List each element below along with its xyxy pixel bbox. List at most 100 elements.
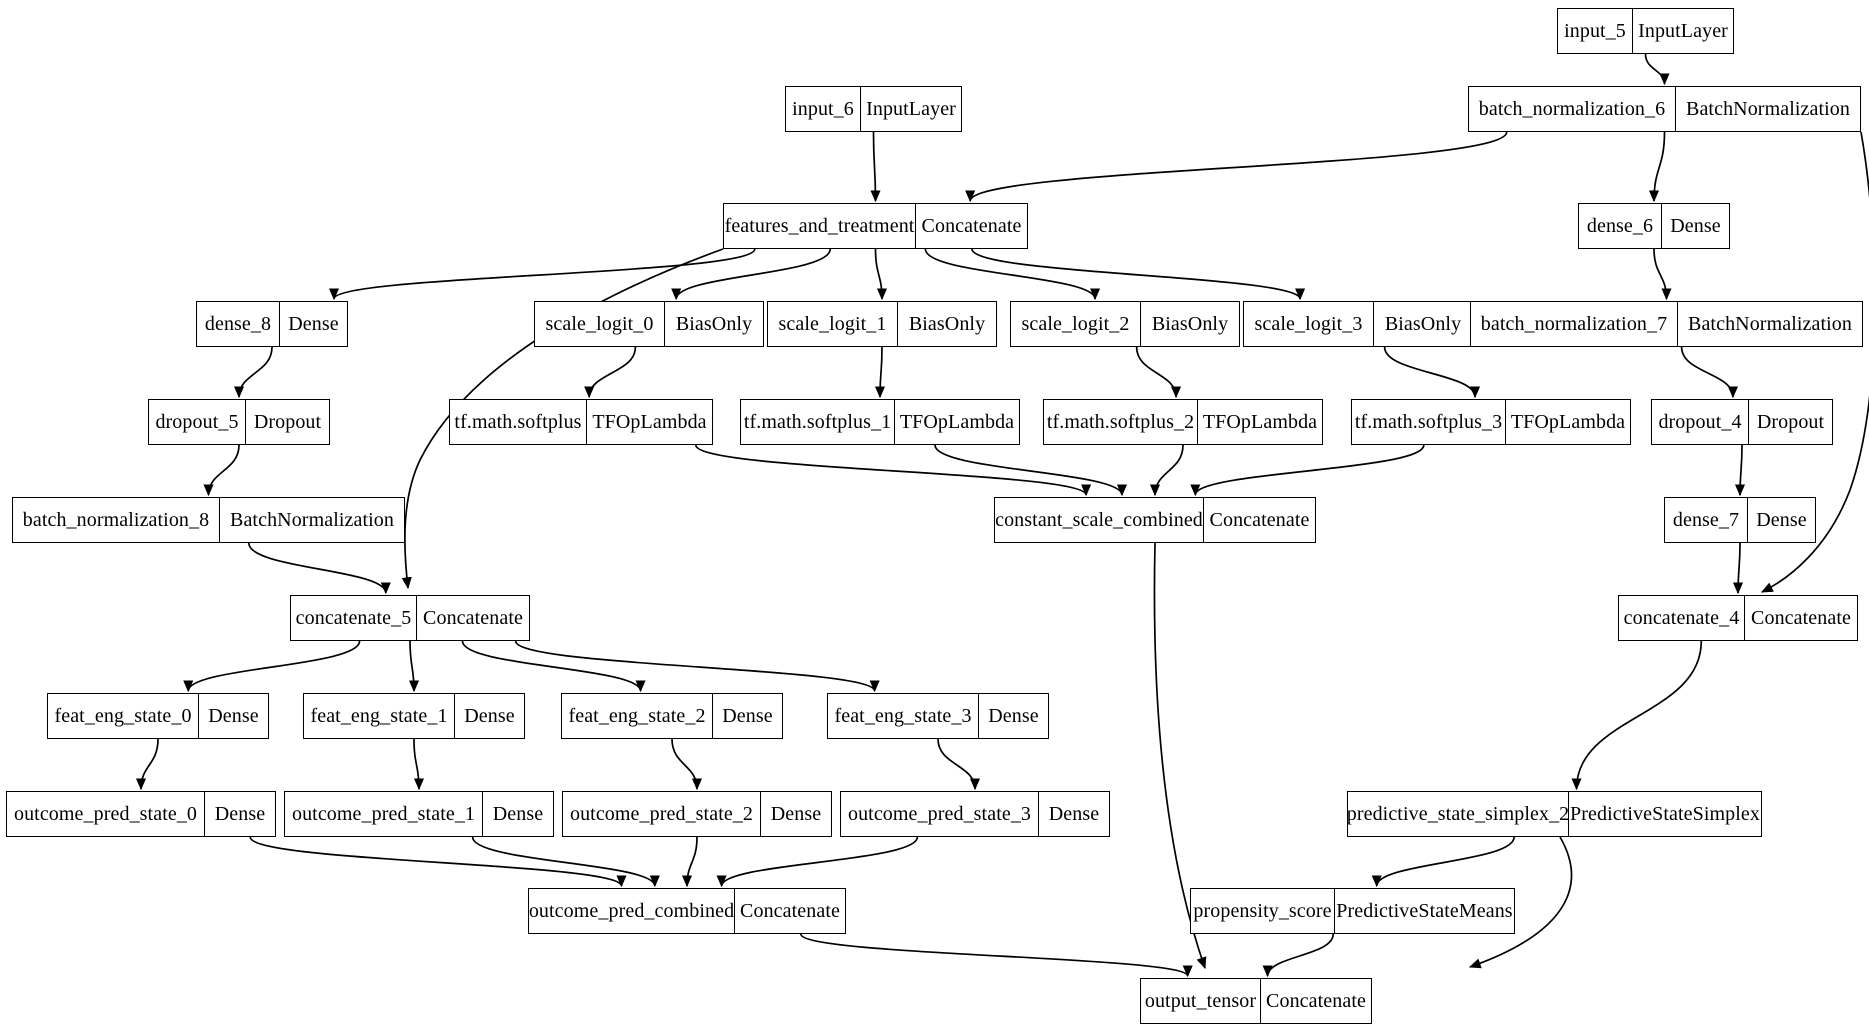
node-layer-type: TFOpLambda (592, 411, 707, 433)
graph-node-output_tensor[interactable]: output_tensor Concatenate (1140, 978, 1372, 1024)
graph-node-outcome_pred_state_3[interactable]: outcome_pred_state_3 Dense (840, 791, 1110, 837)
edge-concatenate_5-to-feat_eng_state_0 (183, 640, 361, 693)
node-layer-type: Dropout (253, 411, 322, 433)
node-layer-name: outcome_pred_state_2 (563, 792, 761, 836)
node-layer-name: batch_normalization_7 (1471, 302, 1678, 346)
graph-node-concatenate_5[interactable]: concatenate_5 Concatenate (290, 595, 530, 641)
graph-node-input_5[interactable]: input_5 InputLayer (1557, 8, 1734, 54)
node-layer-type: Concatenate (921, 215, 1022, 237)
node-layer-name: input_6 (786, 87, 861, 131)
graph-node-scale_logit_2[interactable]: scale_logit_2 BiasOnly (1010, 301, 1240, 347)
node-layer-name: input_5 (1558, 9, 1633, 53)
node-layer-type: Concatenate (1266, 990, 1366, 1012)
edge-batch_normalization_6-to-features_and_treatment (965, 131, 1508, 203)
graph-node-propensity_score[interactable]: propensity_score PredictiveStateMeans (1190, 888, 1515, 934)
edge-scale_logit_1-to-tf_math_softplus_1 (874, 346, 886, 399)
edge-tf_math_softplus_3-to-constant_scale_combined (1190, 444, 1425, 497)
edge-outcome_pred_state_1-to-outcome_pred_combined (471, 836, 660, 888)
edge-feat_eng_state_0-to-outcome_pred_state_0 (135, 738, 159, 791)
node-layer-type: PredictiveStateSimplex (1570, 803, 1760, 825)
graph-node-scale_logit_0[interactable]: scale_logit_0 BiasOnly (534, 301, 764, 347)
graph-node-feat_eng_state_3[interactable]: feat_eng_state_3 Dense (827, 693, 1049, 739)
node-layer-name: outcome_pred_state_0 (7, 792, 205, 836)
edge-propensity_score-to-output_tensor (1262, 933, 1335, 978)
node-layer-name: tf.math.softplus_2 (1044, 400, 1198, 444)
graph-node-dropout_5[interactable]: dropout_5 Dropout (148, 399, 330, 445)
node-layer-name: tf.math.softplus_3 (1352, 400, 1506, 444)
graph-node-feat_eng_state_2[interactable]: feat_eng_state_2 Dense (561, 693, 783, 739)
graph-node-batch_normalization_8[interactable]: batch_normalization_8 BatchNormalization (12, 497, 405, 543)
node-layer-name: dropout_4 (1652, 400, 1749, 444)
graph-node-constant_scale_combined[interactable]: constant_scale_combined Concatenate (994, 497, 1316, 543)
node-layer-name: scale_logit_0 (535, 302, 665, 346)
edge-outcome_pred_combined-to-output_tensor (799, 933, 1193, 978)
edge-features_and_treatment-to-scale_logit_3 (971, 248, 1306, 301)
node-layer-type: BiasOnly (675, 313, 753, 335)
node-layer-type: Dense (214, 803, 266, 825)
model-graph-canvas: input_5 InputLayer batch_normalization_6 Ba… (0, 0, 1869, 1033)
graph-node-outcome_pred_combined[interactable]: outcome_pred_combined Concatenate (528, 888, 846, 934)
graph-node-scale_logit_1[interactable]: scale_logit_1 BiasOnly (767, 301, 997, 347)
graph-node-dense_6[interactable]: dense_6 Dense (1578, 203, 1730, 249)
node-layer-name: propensity_score (1191, 889, 1335, 933)
edge-input_6-to-features_and_treatment (870, 131, 881, 203)
edge-input_5-to-batch_normalization_6 (1644, 53, 1670, 86)
node-layer-type: Dense (492, 803, 544, 825)
graph-node-predictive_state_simplex_2[interactable]: predictive_state_simplex_2 PredictiveStat… (1347, 791, 1762, 837)
node-layer-type: TFOpLambda (899, 411, 1015, 433)
node-layer-type: Dense (722, 705, 773, 727)
node-layer-name: scale_logit_1 (768, 302, 898, 346)
graph-node-scale_logit_3[interactable]: scale_logit_3 BiasOnly (1243, 301, 1473, 347)
graph-node-tf_math_softplus_1[interactable]: tf.math.softplus_1 TFOpLambda (740, 399, 1020, 445)
node-layer-name: features_and_treatment (724, 204, 916, 248)
node-layer-name: feat_eng_state_1 (304, 694, 455, 738)
node-layer-name: predictive_state_simplex_2 (1347, 792, 1569, 836)
node-layer-type: Dense (1048, 803, 1100, 825)
node-layer-type: Dense (208, 705, 259, 727)
graph-node-batch_normalization_6[interactable]: batch_normalization_6 BatchNormalization (1468, 86, 1861, 132)
node-layer-type: Dense (464, 705, 515, 727)
edge-outcome_pred_state_2-to-outcome_pred_combined (681, 836, 698, 888)
graph-node-outcome_pred_state_1[interactable]: outcome_pred_state_1 Dense (284, 791, 554, 837)
graph-node-input_6[interactable]: input_6 InputLayer (785, 86, 962, 132)
graph-node-dense_8[interactable]: dense_8 Dense (196, 301, 348, 347)
edge-concatenate_5-to-feat_eng_state_2 (461, 640, 646, 693)
edge-concatenate_4-to-predictive_state_simplex_2 (1571, 640, 1703, 791)
edge-dense_7-to-concatenate_4 (1732, 542, 1744, 595)
edge-concatenate_5-to-feat_eng_state_1 (408, 640, 420, 693)
edge-features_and_treatment-to-scale_logit_2 (924, 248, 1101, 301)
node-layer-type: BiasOnly (1384, 313, 1462, 335)
graph-node-outcome_pred_state_0[interactable]: outcome_pred_state_0 Dense (6, 791, 276, 837)
node-layer-type: InputLayer (866, 98, 956, 120)
node-layer-type: BiasOnly (1151, 313, 1229, 335)
graph-node-batch_normalization_7[interactable]: batch_normalization_7 BatchNormalization (1470, 301, 1863, 347)
graph-node-concatenate_4[interactable]: concatenate_4 Concatenate (1618, 595, 1858, 641)
graph-node-outcome_pred_state_2[interactable]: outcome_pred_state_2 Dense (562, 791, 832, 837)
edge-scale_logit_3-to-tf_math_softplus_3 (1383, 346, 1481, 399)
node-layer-type: Dense (770, 803, 822, 825)
graph-node-feat_eng_state_0[interactable]: feat_eng_state_0 Dense (47, 693, 269, 739)
node-layer-type: Dropout (1756, 411, 1825, 433)
edge-features_and_treatment-to-scale_logit_1 (874, 248, 888, 301)
edge-dense_6-to-batch_normalization_7 (1653, 248, 1672, 301)
edge-concatenate_5-to-feat_eng_state_3 (514, 640, 880, 693)
graph-node-feat_eng_state_1[interactable]: feat_eng_state_1 Dense (303, 693, 525, 739)
graph-node-tf_math_softplus_3[interactable]: tf.math.softplus_3 TFOpLambda (1351, 399, 1631, 445)
edge-batch_normalization_7-to-dropout_4 (1680, 346, 1739, 399)
node-layer-name: batch_normalization_8 (13, 498, 220, 542)
graph-node-features_and_treatment[interactable]: features_and_treatment Concatenate (723, 203, 1028, 249)
graph-node-tf_math_softplus[interactable]: tf.math.softplus TFOpLambda (449, 399, 713, 445)
graph-node-dropout_4[interactable]: dropout_4 Dropout (1651, 399, 1833, 445)
graph-node-tf_math_softplus_2[interactable]: tf.math.softplus_2 TFOpLambda (1043, 399, 1323, 445)
edge-predictive_state_simplex_2-to-propensity_score (1371, 836, 1515, 888)
node-layer-name: feat_eng_state_2 (562, 694, 713, 738)
node-layer-type: Concatenate (423, 607, 523, 629)
node-layer-name: feat_eng_state_0 (48, 694, 199, 738)
node-layer-name: batch_normalization_6 (1469, 87, 1676, 131)
node-layer-name: outcome_pred_combined (529, 889, 735, 933)
node-layer-name: dropout_5 (149, 400, 246, 444)
graph-node-dense_7[interactable]: dense_7 Dense (1664, 497, 1816, 543)
node-layer-name: concatenate_4 (1619, 596, 1745, 640)
edge-scale_logit_2-to-tf_math_softplus_2 (1135, 346, 1182, 399)
edge-dropout_5-to-batch_normalization_8 (203, 444, 240, 497)
